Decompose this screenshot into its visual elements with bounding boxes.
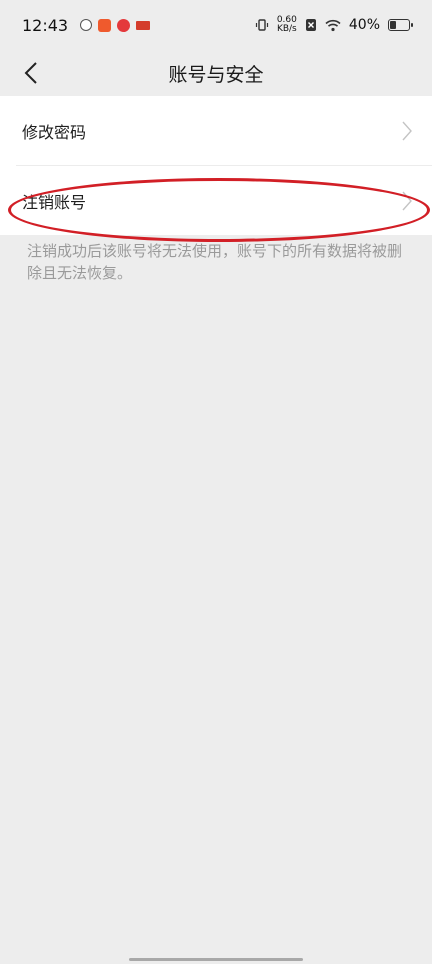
wifi-icon: [325, 19, 341, 31]
cancel-account-item[interactable]: 注销账号: [0, 166, 432, 235]
cancel-account-hint: 注销成功后该账号将无法使用，账号下的所有数据将被删除且无法恢复。: [0, 235, 432, 290]
status-right: 0.60 KB/s 40%: [255, 16, 413, 34]
nav-bar: 账号与安全: [0, 50, 432, 96]
vibrate-icon: [255, 19, 268, 31]
chevron-right-icon: [402, 191, 412, 210]
change-password-label: 修改密码: [22, 122, 87, 142]
app-notification-icon: [80, 19, 93, 31]
battery-percentage: 40%: [348, 17, 380, 33]
app-notification-icon: [136, 20, 151, 30]
cancel-account-label: 注销账号: [22, 192, 87, 212]
settings-list: 修改密码 注销账号 注销成功后该账号将无法使用，账号下的所有数据将被删除且无法恢…: [0, 96, 432, 290]
weibo-notification-icon: [117, 18, 131, 32]
page-title: 账号与安全: [168, 63, 264, 86]
no-sim-icon: [305, 19, 316, 31]
network-speed-unit: KB/s: [276, 24, 297, 34]
app-notification-icon: [98, 18, 112, 32]
status-bar: 12:43 0.60 KB/s 40%: [0, 0, 432, 50]
status-left: 12:43: [22, 15, 151, 35]
network-speed: 0.60 KB/s: [277, 16, 297, 34]
change-password-item[interactable]: 修改密码: [0, 96, 432, 165]
home-indicator: [129, 958, 303, 961]
back-button[interactable]: [16, 56, 46, 90]
chevron-right-icon: [402, 121, 412, 140]
status-time: 12:43: [22, 15, 69, 35]
chevron-left-icon: [24, 62, 37, 84]
battery-icon: [388, 19, 413, 31]
